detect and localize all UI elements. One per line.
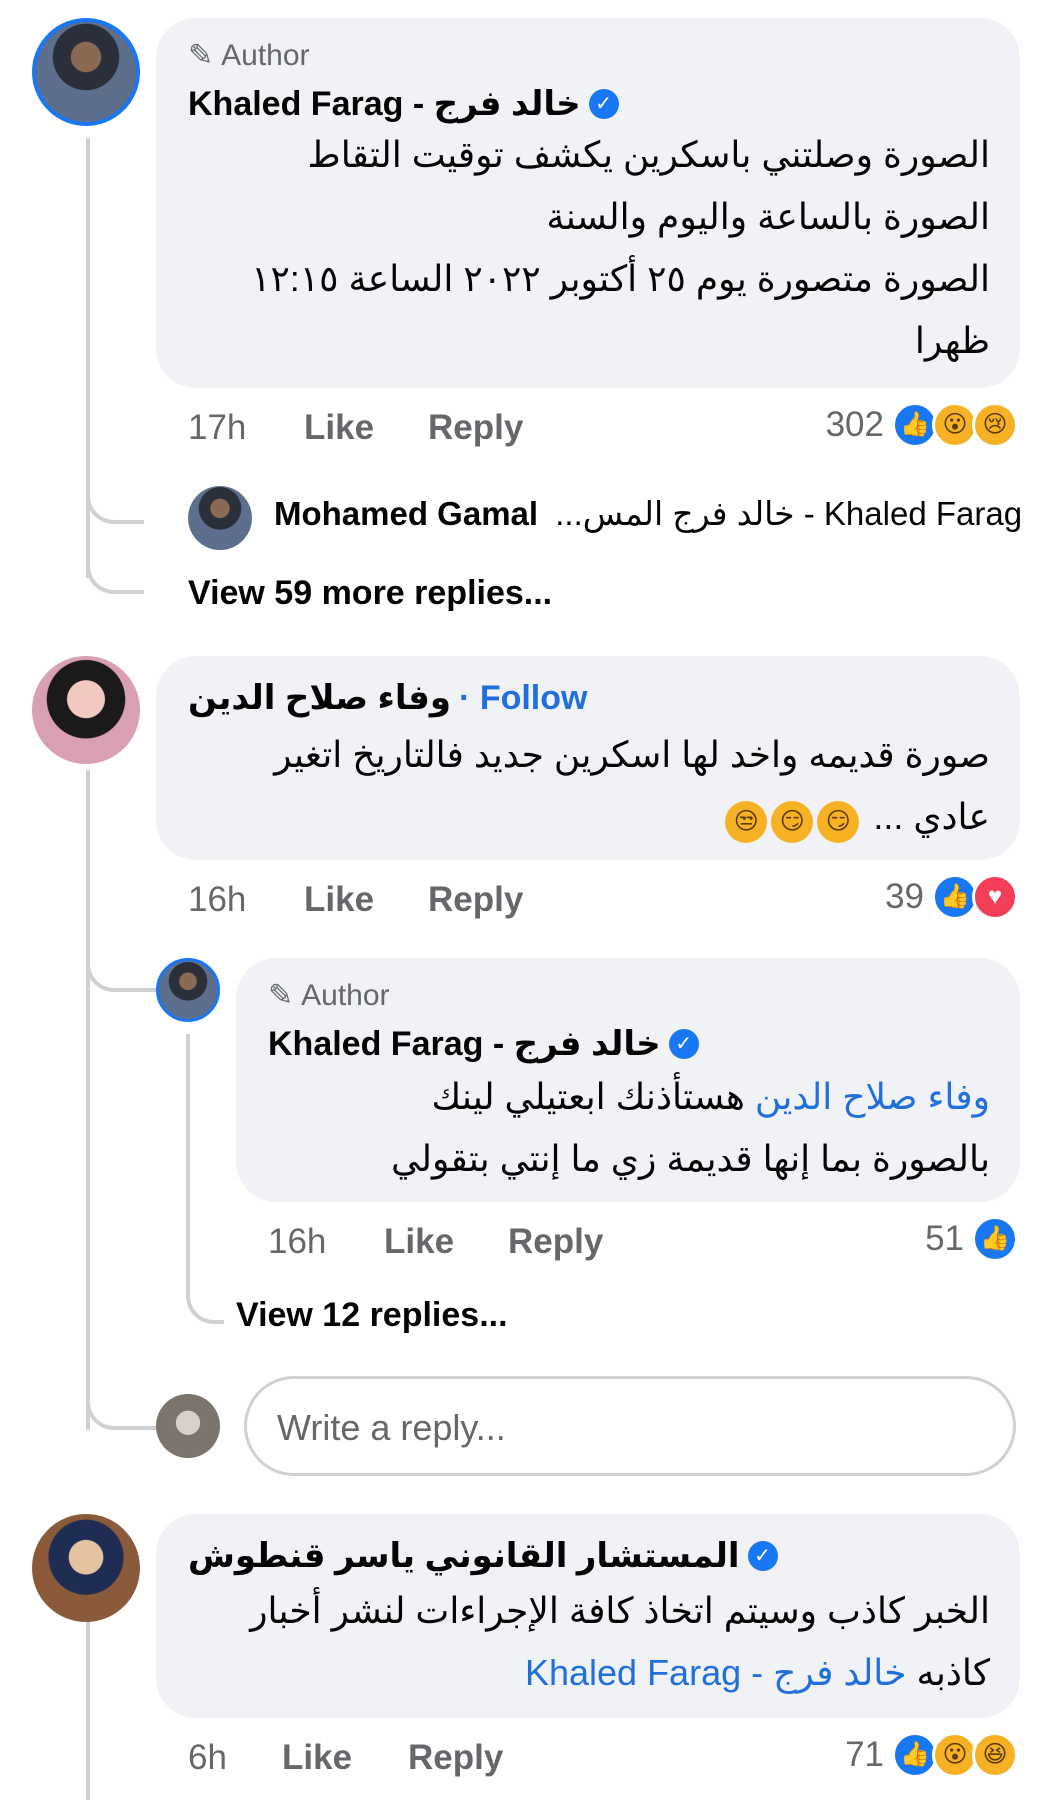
like-button[interactable]: Like <box>304 880 374 920</box>
like-button[interactable]: Like <box>384 1222 454 1262</box>
follow-button[interactable]: · Follow <box>459 679 587 718</box>
comment-line: كاذبه Khaled Farag - خالد فرج <box>524 1652 990 1693</box>
comment-line: ظهرا <box>914 320 990 361</box>
comment-line: الصورة بالساعة واليوم والسنة <box>546 196 990 237</box>
comment-line: الخبر كاذب وسيتم اتخاذ كافة الإجراءات لن… <box>250 1590 990 1631</box>
mention-link[interactable]: وفاء صلاح الدين <box>755 1076 990 1117</box>
author-name[interactable]: Khaled Farag - خالد فرج <box>188 84 581 124</box>
reply-input[interactable]: Write a reply... <box>244 1376 1016 1476</box>
thread-line <box>86 770 90 1430</box>
reply-snippet: Khaled Farag - خالد فرج المس... <box>555 495 1023 532</box>
author-name[interactable]: وفاء صلاح الدين <box>188 678 451 718</box>
reaction-summary[interactable]: 39 👍 ♥ <box>885 874 1018 920</box>
comment-text: وفاء صلاح الدين هستأذنك ابعتيلي لينك بال… <box>250 1066 990 1190</box>
comment-author[interactable]: المستشار القانوني ياسر قنطوش ✓ <box>188 1536 778 1576</box>
verified-icon: ✓ <box>668 1029 699 1059</box>
timestamp[interactable]: 16h <box>268 1222 326 1262</box>
reaction-summary[interactable]: 71 👍 😮 😆 <box>845 1732 1018 1778</box>
avatar[interactable] <box>156 1394 220 1458</box>
thread-branch <box>86 1396 156 1430</box>
comment-line: صورة قديمه واخد لها اسكرين جديد فالتاريخ… <box>274 734 990 775</box>
comment-line: عادي ... 😏😏😒 <box>170 786 990 848</box>
comment-text: الصورة وصلتني باسكرين يكشف توقيت التقاط … <box>170 124 990 372</box>
haha-reaction-icon: 😆 <box>972 1732 1018 1778</box>
thread-branch <box>186 1290 224 1324</box>
pencil-icon: ✎ <box>188 39 214 72</box>
like-button[interactable]: Like <box>282 1738 352 1778</box>
comment-line: الصورة وصلتني باسكرين يكشف توقيت التقاط <box>307 134 990 175</box>
verified-icon: ✓ <box>747 1541 778 1571</box>
reaction-summary[interactable]: 51 👍 <box>925 1216 1018 1262</box>
verified-icon: ✓ <box>588 89 619 119</box>
avatar[interactable] <box>188 486 252 550</box>
thread-line <box>86 1612 90 1800</box>
pencil-icon: ✎ <box>268 979 294 1012</box>
comment-text: صورة قديمه واخد لها اسكرين جديد فالتاريخ… <box>170 724 990 848</box>
comment-text: الخبر كاذب وسيتم اتخاذ كافة الإجراءات لن… <box>170 1580 990 1704</box>
like-reaction-icon: 👍 <box>972 1216 1018 1262</box>
reaction-count: 71 <box>845 1735 884 1774</box>
reply-preview[interactable]: Mohamed Gamal Khaled Farag - خالد فرج ال… <box>274 494 1022 533</box>
thread-branch <box>86 958 156 992</box>
avatar[interactable] <box>32 18 140 126</box>
unamused-emoji-icon: 😒 <box>725 801 768 843</box>
reaction-summary[interactable]: 302 👍 😮 😢 <box>826 402 1018 448</box>
love-reaction-icon: ♥ <box>972 874 1018 920</box>
comment-line: الصورة متصورة يوم ٢٥ أكتوبر ٢٠٢٢ الساعة … <box>251 258 990 299</box>
author-name[interactable]: Khaled Farag - خالد فرج <box>268 1024 661 1064</box>
smirk-emoji-icon: 😏 <box>771 801 814 843</box>
timestamp[interactable]: 6h <box>188 1738 227 1778</box>
avatar[interactable] <box>32 656 140 764</box>
reaction-count: 51 <box>925 1219 964 1258</box>
thread-branch <box>86 490 144 524</box>
comment-author[interactable]: Khaled Farag - خالد فرج ✓ <box>188 84 619 124</box>
author-label: Author <box>221 38 310 72</box>
reply-button[interactable]: Reply <box>428 880 523 920</box>
mention-link[interactable]: Khaled Farag - خالد فرج <box>525 1652 907 1693</box>
reaction-count: 39 <box>885 877 924 916</box>
timestamp[interactable]: 17h <box>188 408 246 448</box>
reply-button[interactable]: Reply <box>508 1222 603 1262</box>
reply-button[interactable]: Reply <box>428 408 523 448</box>
reaction-count: 302 <box>825 405 884 444</box>
author-badge: ✎ Author <box>268 978 390 1013</box>
thread-branch <box>86 560 144 594</box>
author-label: Author <box>301 978 390 1012</box>
author-badge: ✎ Author <box>188 38 310 73</box>
like-button[interactable]: Like <box>304 408 374 448</box>
smirk-emoji-icon: 😏 <box>817 801 860 843</box>
sad-reaction-icon: 😢 <box>972 402 1018 448</box>
thread-line <box>186 1034 190 1292</box>
view-more-replies[interactable]: View 12 replies... <box>236 1296 508 1335</box>
reply-placeholder: Write a reply... <box>277 1407 506 1448</box>
comment-line: بالصورة بما إنها قديمة زي ما إنتي بتقولي <box>390 1138 990 1179</box>
comment-author[interactable]: Khaled Farag - خالد فرج ✓ <box>268 1024 699 1064</box>
reply-author[interactable]: Mohamed Gamal <box>274 495 538 532</box>
author-name[interactable]: المستشار القانوني ياسر قنطوش <box>188 1536 740 1576</box>
comment-line: وفاء صلاح الدين هستأذنك ابعتيلي لينك <box>431 1076 990 1117</box>
thread-line <box>86 138 90 578</box>
avatar[interactable] <box>32 1514 140 1622</box>
view-more-replies[interactable]: View 59 more replies... <box>188 574 552 613</box>
reply-button[interactable]: Reply <box>408 1738 503 1778</box>
avatar[interactable] <box>156 958 220 1022</box>
timestamp[interactable]: 16h <box>188 880 246 920</box>
comment-author[interactable]: وفاء صلاح الدين · Follow <box>188 678 587 718</box>
